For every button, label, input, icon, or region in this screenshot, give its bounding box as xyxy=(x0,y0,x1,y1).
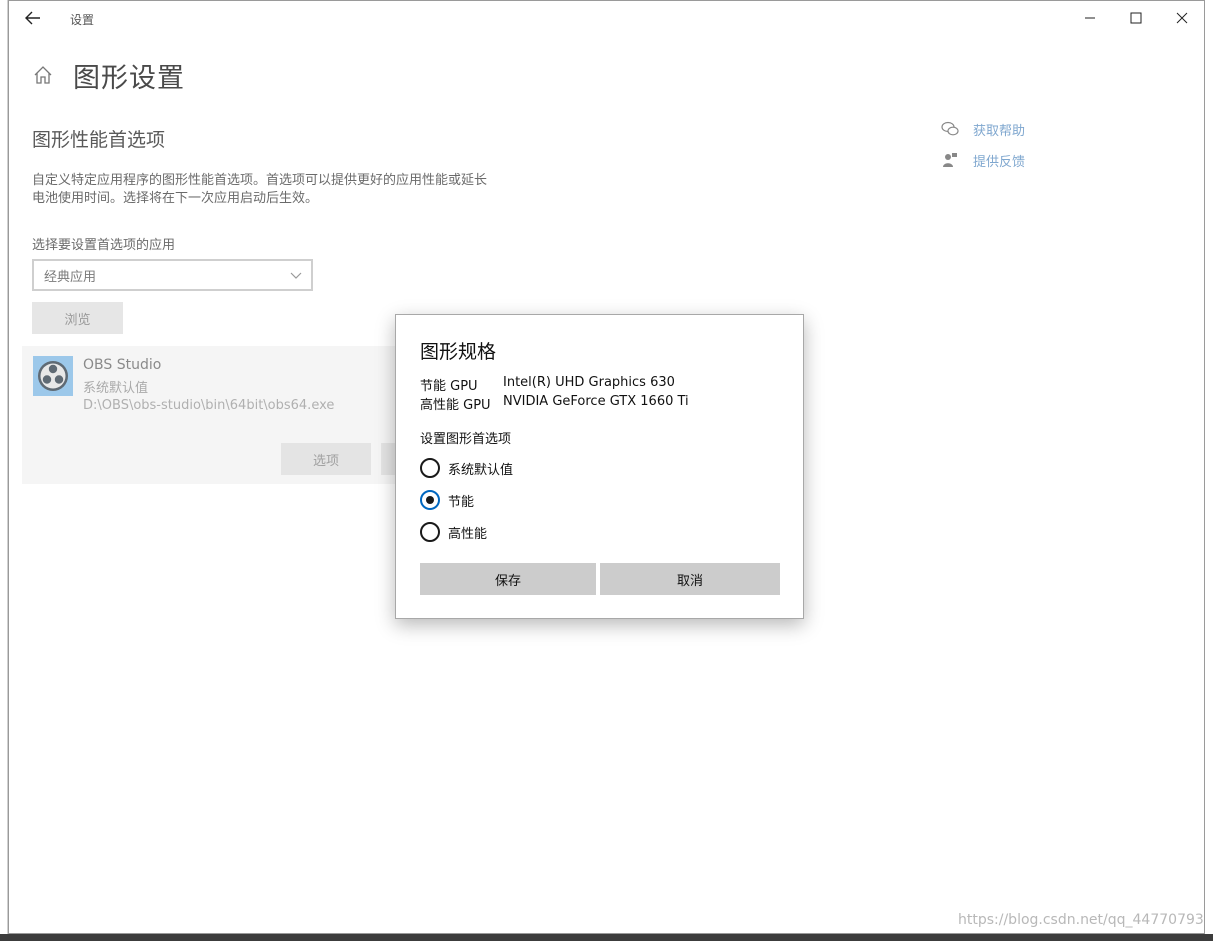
obs-logo-icon xyxy=(38,361,68,391)
background-window-right xyxy=(1205,0,1213,941)
radio-system-default[interactable]: 系统默认值 xyxy=(420,457,513,479)
maximize-button[interactable] xyxy=(1113,1,1159,35)
app-type-dropdown[interactable]: 经典应用 xyxy=(32,259,313,291)
feedback-label: 提供反馈 xyxy=(973,154,1026,170)
select-app-label: 选择要设置首选项的应用 xyxy=(32,238,176,253)
browse-button[interactable]: 浏览 xyxy=(32,302,123,334)
graphics-pref-label: 设置图形首选项 xyxy=(420,432,512,447)
background-window-left xyxy=(0,0,8,941)
cancel-button[interactable]: 取消 xyxy=(600,563,780,595)
watermark-text: https://blog.csdn.net/qq_44770793 xyxy=(958,912,1204,928)
app-preference: 系统默认值 xyxy=(83,381,149,396)
app-name: OBS Studio xyxy=(83,357,162,373)
gpu-label: 节能 GPU xyxy=(420,379,478,394)
get-help-link[interactable]: 获取帮助 xyxy=(941,118,1061,140)
arrow-left-icon xyxy=(25,11,40,25)
chevron-down-icon xyxy=(290,272,302,279)
close-button[interactable] xyxy=(1159,1,1205,35)
maximize-icon xyxy=(1130,12,1142,24)
radio-circle-checked[interactable] xyxy=(420,490,440,510)
radio-high-performance[interactable]: 高性能 xyxy=(420,521,487,543)
feedback-link[interactable]: 提供反馈 xyxy=(941,149,1061,171)
section-title: 图形性能首选项 xyxy=(32,129,166,151)
feedback-person-icon xyxy=(941,151,959,169)
minimize-button[interactable] xyxy=(1067,1,1113,35)
high-performance-gpu-row: 高性能 GPU NVIDIA GeForce GTX 1660 Ti xyxy=(420,394,689,413)
dialog-title: 图形规格 xyxy=(420,341,497,363)
save-button[interactable]: 保存 xyxy=(420,563,596,595)
radio-circle[interactable] xyxy=(420,458,440,478)
page-title: 图形设置 xyxy=(73,63,185,94)
window-title: 设置 xyxy=(70,13,95,27)
app-path: D:\OBS\obs-studio\bin\64bit\obs64.exe xyxy=(83,398,335,413)
home-button[interactable] xyxy=(32,64,54,86)
gpu-label: 高性能 GPU xyxy=(420,398,491,413)
get-help-label: 获取帮助 xyxy=(973,123,1026,139)
minimize-icon xyxy=(1085,17,1095,19)
obs-app-icon xyxy=(33,356,73,396)
description-text: 自定义特定应用程序的图形性能首选项。首选项可以提供更好的应用性能或延长电池使用时… xyxy=(32,173,488,206)
radio-power-saving[interactable]: 节能 xyxy=(420,489,474,511)
app-type-value: 经典应用 xyxy=(44,269,97,285)
gpu-value: NVIDIA GeForce GTX 1660 Ti xyxy=(503,394,689,409)
radio-label: 系统默认值 xyxy=(448,462,514,478)
radio-label: 高性能 xyxy=(448,526,488,542)
chat-help-icon xyxy=(941,120,959,138)
taskbar-edge xyxy=(0,934,1213,941)
power-saving-gpu-row: 节能 GPU Intel(R) UHD Graphics 630 xyxy=(420,375,675,394)
radio-circle[interactable] xyxy=(420,522,440,542)
app-list-item[interactable]: OBS Studio 系统默认值 D:\OBS\obs-studio\bin\6… xyxy=(22,346,422,484)
gpu-value: Intel(R) UHD Graphics 630 xyxy=(503,375,675,390)
radio-label: 节能 xyxy=(448,494,475,510)
close-icon xyxy=(1176,12,1188,24)
back-button[interactable] xyxy=(19,4,47,32)
graphics-spec-dialog: 图形规格 节能 GPU Intel(R) UHD Graphics 630 高性… xyxy=(395,314,804,619)
options-button[interactable]: 选项 xyxy=(281,443,371,475)
title-bar: 设置 xyxy=(9,1,1204,35)
home-icon xyxy=(34,66,52,84)
